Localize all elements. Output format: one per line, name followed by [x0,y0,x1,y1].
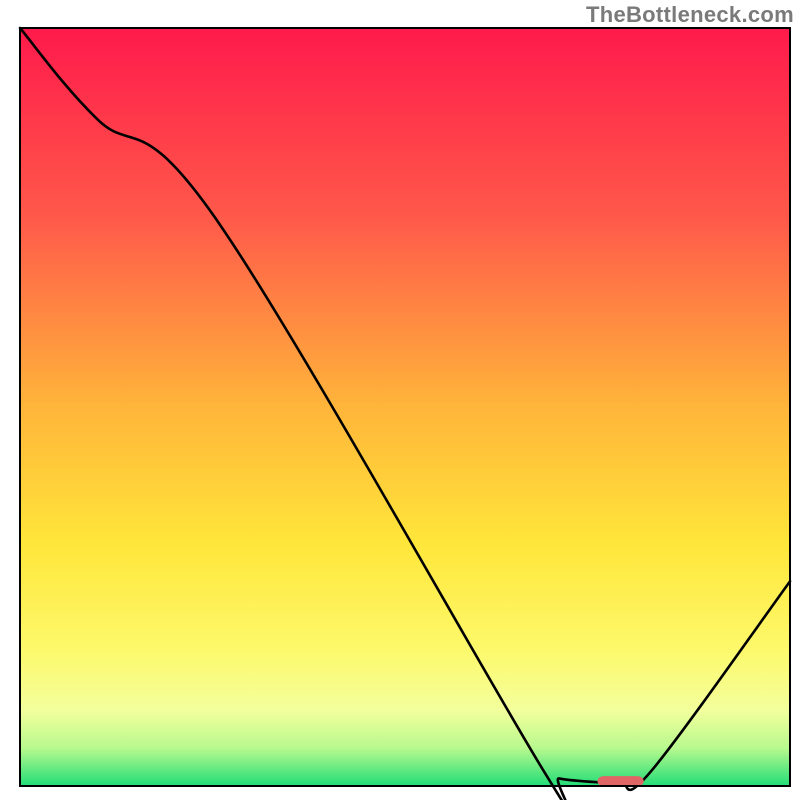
chart-container: TheBottleneck.com [0,0,800,800]
optimal-point-marker [598,776,644,786]
gradient-background [20,28,790,786]
watermark-text: TheBottleneck.com [586,2,794,28]
bottleneck-chart [0,0,800,800]
plot-area [20,28,790,786]
